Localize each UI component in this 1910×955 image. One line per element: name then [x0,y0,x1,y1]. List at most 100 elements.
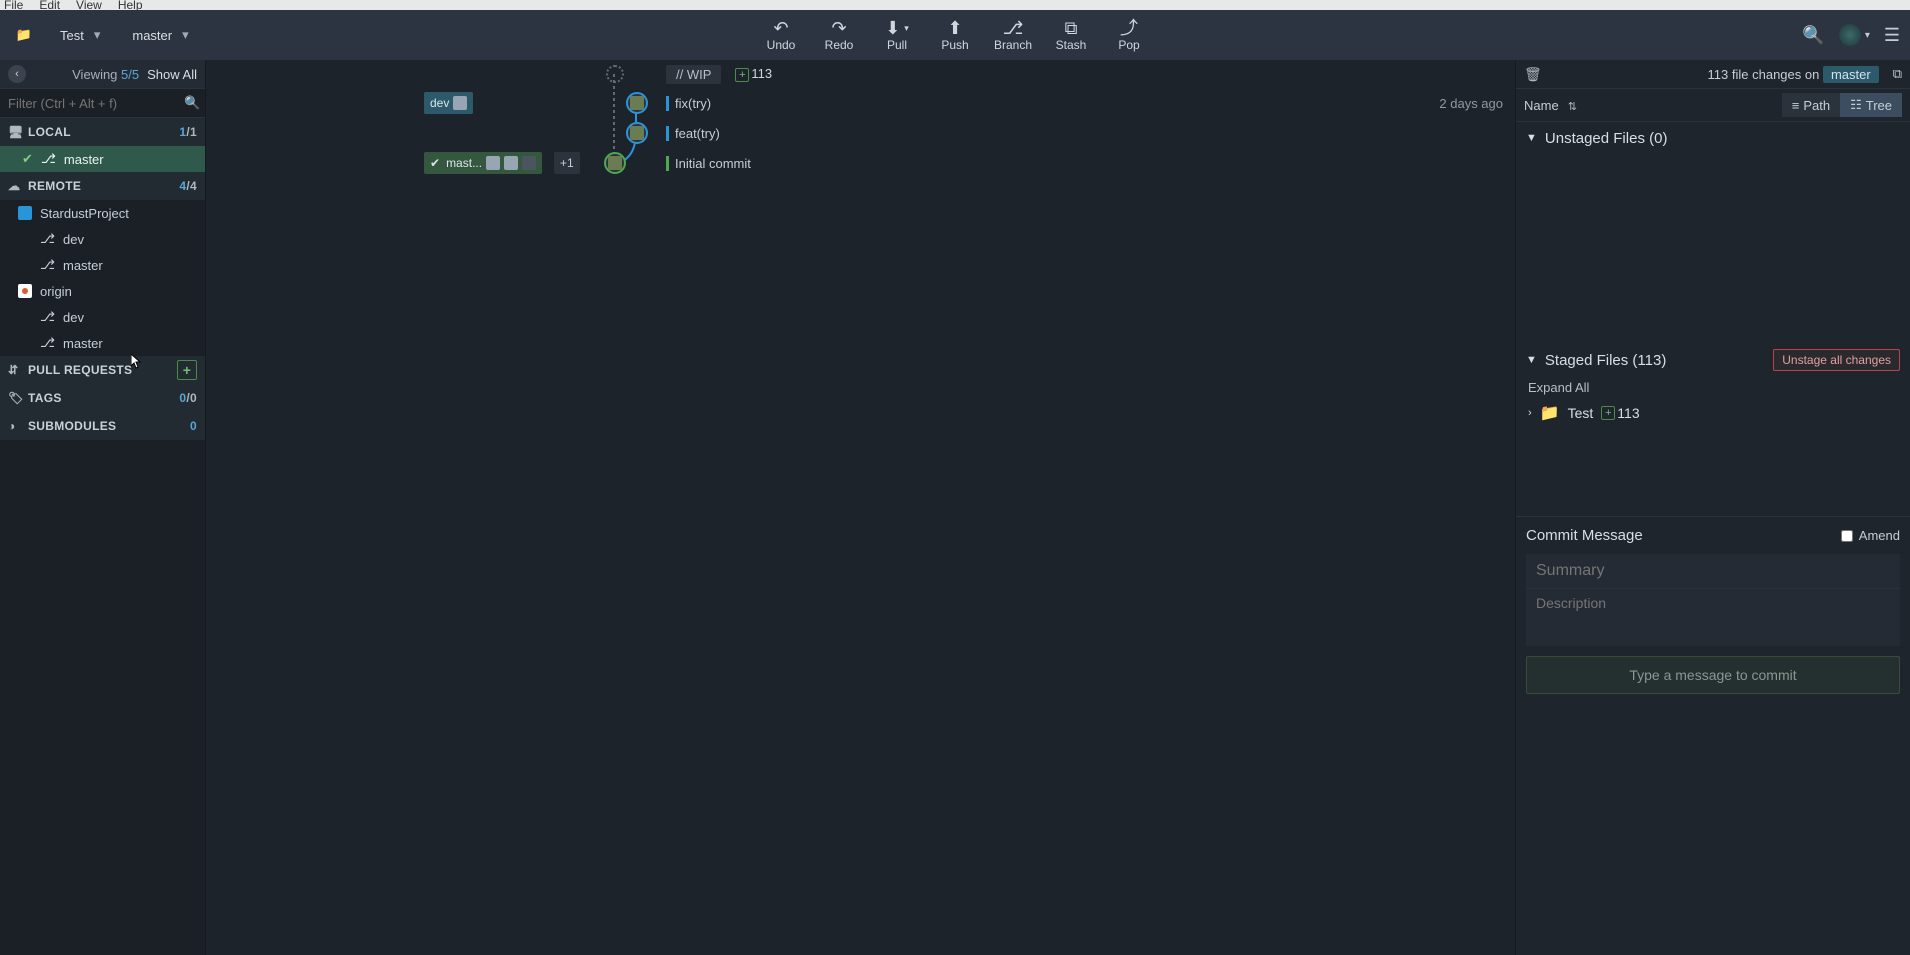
unstaged-area[interactable] [1516,154,1910,344]
branch-icon: ⎇ [40,309,55,325]
wip-label[interactable]: // WIP [666,65,721,84]
commit-message: fix(try) [666,96,711,111]
commit-node[interactable] [604,152,626,174]
cloud-icon: ☁ [8,179,22,193]
caret-down-icon: ▾ [94,27,101,43]
folder-icon: 📁 [16,27,32,43]
os-menubar[interactable]: File Edit View Help [0,0,1910,10]
branch-button[interactable]: ⎇Branch [987,14,1039,56]
commit-button[interactable]: Type a message to commit [1526,656,1900,694]
pop-button[interactable]: ⤴Pop [1103,14,1155,56]
commit-row[interactable]: ✔mast... +1 Initial commit [206,148,1515,178]
branch-tab-label: master [132,28,172,43]
redo-button[interactable]: ↷Redo [813,14,865,56]
push-button[interactable]: ⬆Push [929,14,981,56]
add-pr-button[interactable]: + [177,360,197,380]
chevron-right-icon: › [1528,407,1532,419]
branch-pill-dev[interactable]: dev [424,92,473,114]
avatar-icon [504,156,518,170]
staged-folder[interactable]: › 📁 Test +113 [1516,399,1910,427]
upload-icon: ⬆ [947,18,962,38]
local-section-header[interactable]: 🖥 LOCAL 1/1 [0,118,205,146]
tags-header[interactable]: 🏷 TAGS 0/0 [0,384,205,412]
wip-count: +113 [735,66,772,82]
topbar: 📁 Test ▾ master ▾ ↶Undo ↷Redo ⬇▾Pull ⬆Pu… [0,10,1910,60]
commit-row[interactable]: dev fix(try) 2 days ago [206,88,1515,118]
branch-pill-extra[interactable]: +1 [554,152,580,174]
triangle-down-icon: ▼ [1526,354,1537,366]
filter-input[interactable] [8,96,184,111]
branch-icon: ⎇ [1003,18,1024,38]
profile-menu[interactable]: ▾ [1839,24,1870,46]
caret-down-icon: ▾ [182,27,189,43]
remote-origin-master[interactable]: ⎇master [0,330,205,356]
staged-header[interactable]: ▼Staged Files (113) Unstage all changes [1516,344,1910,376]
remote-branch-master[interactable]: ⎇master [0,252,205,278]
unstage-all-button[interactable]: Unstage all changes [1773,349,1900,371]
check-icon: ✔ [22,151,33,167]
pull-requests-header[interactable]: ⇵ PULL REQUESTS + [0,356,205,384]
pull-button[interactable]: ⬇▾Pull [871,14,923,56]
wip-node[interactable] [606,65,624,83]
avatar-icon [486,156,500,170]
repo-tab[interactable]: Test ▾ [44,15,116,55]
commit-message: feat(try) [666,126,720,141]
check-icon: ✔ [430,156,440,170]
branch-pill-master[interactable]: ✔mast... [424,152,542,174]
remote-origin-dev[interactable]: ⎇dev [0,304,205,330]
commit-node[interactable] [626,92,648,114]
commit-row[interactable]: feat(try) [206,118,1515,148]
main-toolbar: ↶Undo ↷Redo ⬇▾Pull ⬆Push ⎇Branch ⧉Stash … [755,14,1155,56]
undo-button[interactable]: ↶Undo [755,14,807,56]
stash-button[interactable]: ⧉Stash [1045,14,1097,56]
branch-icon: ⎇ [40,257,55,273]
sort-name-button[interactable]: Name ⇅ [1524,98,1577,113]
branch-icon: ⎇ [40,335,55,351]
azure-icon [18,206,32,220]
hamburger-menu[interactable]: ☰ [1884,25,1900,46]
remote-host-origin[interactable]: origin [0,278,205,304]
left-panel: ‹ Viewing 5/5 Show All 🔍 🖥 LOCAL 1/1 ✔ ⎇… [0,60,206,955]
tag-icon: 🏷 [8,391,22,405]
search-icon[interactable]: 🔍 [184,95,200,111]
pop-icon: ⤴ [1120,18,1138,38]
tree-icon: ☷ [1850,97,1862,113]
view-tree-button[interactable]: ☷Tree [1840,93,1902,117]
open-repo-button[interactable]: 📁 [4,15,44,55]
added-count: +113 [1601,405,1639,421]
monitor-icon [522,156,536,170]
redo-icon: ↷ [831,18,846,38]
popout-button[interactable]: ⧉ [1893,66,1902,82]
git-icon [18,284,32,298]
branch-icon: ⎇ [40,231,55,247]
commit-node[interactable] [626,122,648,144]
discard-button[interactable]: 🗑 [1524,66,1542,83]
show-all-button[interactable]: Show All [147,67,197,82]
submodule-icon: ◑ [8,419,22,433]
amend-checkbox[interactable]: Amend [1841,528,1900,543]
local-branch-master[interactable]: ✔ ⎇ master [0,146,205,172]
submodules-header[interactable]: ◑ SUBMODULES 0 [0,412,205,440]
back-button[interactable]: ‹ [8,65,26,83]
remote-branch-dev[interactable]: ⎇dev [0,226,205,252]
remote-host-stardust[interactable]: StardustProject [0,200,205,226]
search-button[interactable]: 🔍 [1802,25,1824,46]
repo-tab-label: Test [60,28,84,43]
commit-graph[interactable]: // WIP +113 dev fix(try) 2 days ago feat… [206,60,1515,955]
staged-area[interactable]: Expand All › 📁 Test +113 [1516,376,1910,516]
remote-section-header[interactable]: ☁ REMOTE 4/4 [0,172,205,200]
folder-icon: 📁 [1540,403,1560,423]
expand-all-button[interactable]: Expand All [1516,376,1910,399]
right-panel: 🗑 113 file changes on master ⧉ Name ⇅ ≡P… [1515,60,1910,955]
commit-time: 2 days ago [1439,96,1503,111]
monitor-icon: 🖥 [8,125,22,139]
summary-input[interactable] [1526,554,1900,588]
branch-tab[interactable]: master ▾ [116,15,204,55]
caret-down-icon: ▾ [1865,30,1870,41]
view-path-button[interactable]: ≡Path [1782,93,1840,117]
avatar-icon [1839,24,1861,46]
branch-icon: ⎇ [41,151,56,167]
description-input[interactable] [1526,588,1900,646]
unstaged-header[interactable]: ▼Unstaged Files (0) [1516,122,1910,154]
list-icon: ≡ [1792,98,1800,113]
